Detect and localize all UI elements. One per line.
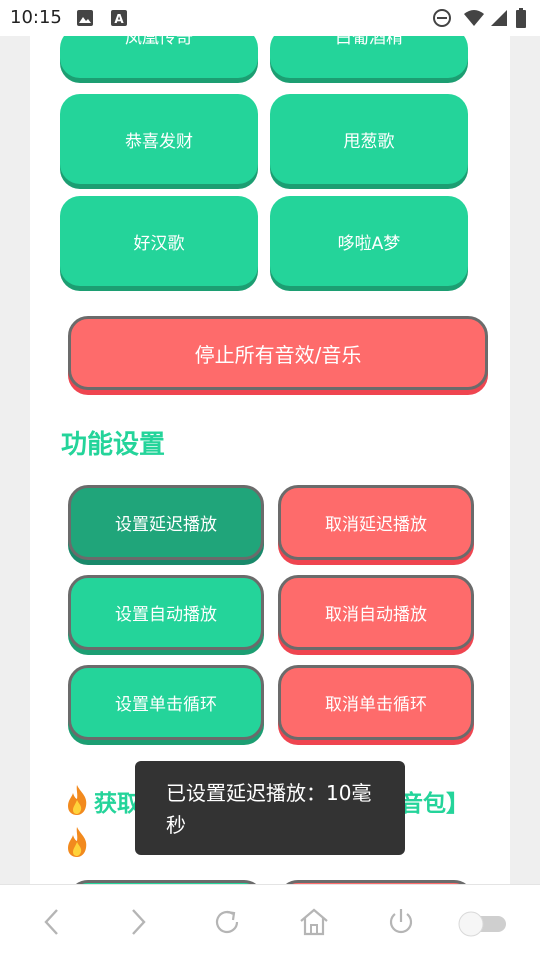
sound-button[interactable]: 白葡酒精 [270, 36, 468, 78]
section-title: 功能设置 [61, 430, 166, 460]
sound-button[interactable]: 甩葱歌 [270, 94, 468, 184]
status-bar: 10:15 A [0, 0, 540, 36]
set-autoplay-button[interactable]: 设置自动播放 [68, 575, 264, 650]
sound-button-label: 好汉歌 [133, 233, 185, 254]
cancel-loop-label: 取消单击循环 [325, 695, 427, 715]
sound-button-label: 恭喜发财 [125, 131, 193, 152]
power-icon[interactable] [386, 907, 416, 937]
set-delay-button[interactable]: 设置延迟播放 [68, 485, 264, 560]
battery-icon [516, 8, 526, 28]
set-autoplay-label: 设置自动播放 [115, 605, 217, 625]
sound-button-label: 白葡酒精 [335, 36, 403, 48]
fire-icon [68, 827, 87, 857]
set-loop-label: 设置单击循环 [115, 695, 217, 715]
sound-button[interactable]: 哆啦A梦 [270, 196, 468, 286]
sound-button[interactable]: 恭喜发财 [60, 94, 258, 184]
stop-all-button[interactable]: 停止所有音效/音乐 [68, 316, 488, 390]
back-icon[interactable] [40, 907, 64, 937]
set-loop-button[interactable]: 设置单击循环 [68, 665, 264, 740]
main-content: 凤凰传奇 白葡酒精 恭喜发财 甩葱歌 好汉歌 哆啦A梦 停止所有音效/音乐 功能… [30, 36, 510, 884]
promo-text-prefix: 获取 [94, 791, 140, 817]
image-icon [77, 10, 93, 26]
sound-button-label: 凤凰传奇 [125, 36, 193, 48]
toast-message: 已设置延迟播放：10毫秒 [135, 761, 405, 855]
sound-button-label: 甩葱歌 [343, 131, 395, 152]
home-icon[interactable] [298, 907, 330, 937]
sound-button-label: 哆啦A梦 [337, 233, 401, 254]
cancel-delay-label: 取消延迟播放 [325, 515, 427, 535]
cancel-loop-button[interactable]: 取消单击循环 [278, 665, 474, 740]
sound-button[interactable]: 好汉歌 [60, 196, 258, 286]
bottom-nav-bar [0, 884, 540, 961]
svg-text:A: A [114, 12, 124, 26]
reload-icon[interactable] [212, 907, 242, 937]
wifi-icon [464, 10, 484, 26]
forward-icon[interactable] [126, 907, 150, 937]
fire-icon [68, 785, 87, 815]
signal-icon [491, 10, 507, 26]
status-time: 10:15 [10, 7, 62, 28]
do-not-disturb-icon [433, 9, 451, 27]
font-download-icon: A [111, 10, 127, 26]
sound-button[interactable]: 凤凰传奇 [60, 36, 258, 78]
cancel-autoplay-label: 取消自动播放 [325, 605, 427, 625]
toggle-switch[interactable] [456, 909, 510, 939]
promo-text-suffix: 音包】 [400, 791, 469, 817]
cancel-autoplay-button[interactable]: 取消自动播放 [278, 575, 474, 650]
set-delay-label: 设置延迟播放 [115, 515, 217, 535]
cancel-delay-button[interactable]: 取消延迟播放 [278, 485, 474, 560]
stop-all-label: 停止所有音效/音乐 [194, 342, 362, 367]
